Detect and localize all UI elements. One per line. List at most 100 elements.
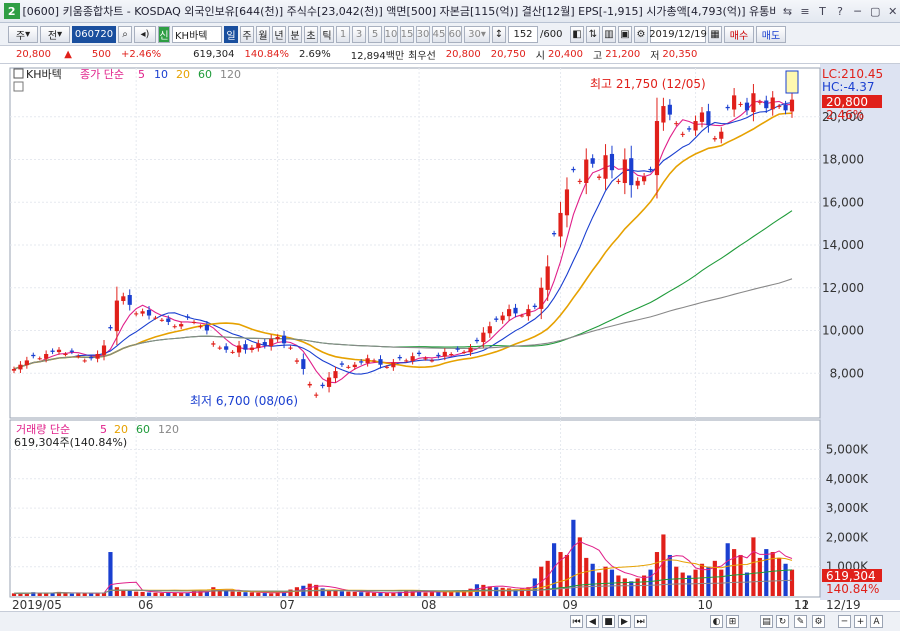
interval-3[interactable]: 3 bbox=[352, 25, 366, 43]
title-bar: 2 [0600] 키움종합차트 - KOSDAQ 외국인보유[644(천)] 주… bbox=[0, 0, 900, 23]
candle-body bbox=[191, 321, 197, 323]
speaker-icon[interactable]: ◂) bbox=[134, 25, 156, 43]
calendar-icon[interactable]: ▦ bbox=[708, 25, 722, 43]
candle-body bbox=[153, 317, 158, 319]
candle-count-total: /600 bbox=[540, 28, 563, 40]
split-icon[interactable]: ⊞ bbox=[726, 615, 739, 628]
tab-minute[interactable]: 분 bbox=[288, 25, 302, 43]
close-button[interactable]: ✕ bbox=[885, 4, 900, 19]
best-bid-price: 20,750 bbox=[490, 49, 526, 60]
market-type-select[interactable]: 주 ▾ bbox=[8, 25, 38, 43]
trade-amount: 12,894백만 bbox=[350, 51, 405, 62]
volume-bar bbox=[725, 543, 730, 596]
text-icon[interactable]: T bbox=[815, 4, 830, 19]
interval-10[interactable]: 10 bbox=[384, 25, 398, 43]
volume-summary: 619,304주(140.84%) bbox=[14, 436, 127, 449]
layout-icon[interactable]: ▤ bbox=[760, 615, 773, 628]
font-size-button[interactable]: A bbox=[870, 615, 883, 628]
tab-monthly[interactable]: 월 bbox=[256, 25, 270, 43]
scroll-first-icon[interactable]: ⏮ bbox=[570, 615, 583, 628]
zoom-in-button[interactable]: + bbox=[854, 615, 867, 628]
interval-1[interactable]: 1 bbox=[336, 25, 350, 43]
stop-icon[interactable]: ■ bbox=[602, 615, 615, 628]
candle-body bbox=[712, 138, 717, 140]
volume-bar bbox=[63, 593, 68, 596]
custom-interval-select[interactable]: 30 ▾ bbox=[464, 25, 490, 43]
search-icon[interactable]: ⌕ bbox=[118, 25, 132, 43]
volume-tick-label: 3,000K bbox=[826, 501, 869, 515]
scroll-next-icon[interactable]: ▶ bbox=[618, 615, 631, 628]
open-price: 20,400 bbox=[547, 49, 583, 60]
low-annotation: 최저 6,700 (08/06) bbox=[190, 394, 298, 408]
candle-count-input[interactable]: 152 bbox=[508, 25, 538, 43]
tab-yearly[interactable]: 년 bbox=[272, 25, 286, 43]
interval-15[interactable]: 15 bbox=[400, 25, 414, 43]
interval-5[interactable]: 5 bbox=[368, 25, 382, 43]
candle-body bbox=[461, 351, 467, 353]
menu-icon[interactable]: ≡ bbox=[798, 4, 813, 19]
minimize-button[interactable]: ─ bbox=[850, 4, 865, 19]
candle-body bbox=[642, 176, 647, 182]
candle-body bbox=[500, 315, 505, 321]
window-number-badge: 2 bbox=[4, 3, 20, 19]
tab-daily[interactable]: 일 bbox=[224, 25, 238, 43]
scroll-prev-icon[interactable]: ◀ bbox=[586, 615, 599, 628]
candle-body bbox=[706, 111, 711, 126]
volume-bar bbox=[44, 593, 49, 596]
volume-tick-label: 5,000K bbox=[826, 442, 869, 456]
candle-body bbox=[635, 180, 640, 186]
interval-30[interactable]: 30 bbox=[416, 25, 430, 43]
toggle-icon[interactable]: ◐ bbox=[710, 615, 723, 628]
current-marker-box bbox=[785, 70, 799, 94]
sell-button[interactable]: 매도 bbox=[756, 25, 786, 43]
trade-volume: 619,304 bbox=[193, 49, 235, 60]
board-select[interactable]: 전 ▾ bbox=[40, 25, 70, 43]
tab-tick[interactable]: 틱 bbox=[320, 25, 334, 43]
refresh-icon[interactable]: ↻ bbox=[776, 615, 789, 628]
volume-bar bbox=[777, 557, 782, 596]
indicator-icon[interactable]: ▥ bbox=[602, 25, 616, 43]
compare-icon[interactable]: ⇅ bbox=[586, 25, 600, 43]
volume-bar bbox=[243, 592, 248, 596]
candle-body bbox=[127, 295, 132, 305]
chart-type-icon[interactable]: ◧ bbox=[570, 25, 584, 43]
candle-body bbox=[359, 361, 364, 363]
volume-bar bbox=[346, 591, 351, 596]
help-icon[interactable]: ? bbox=[833, 4, 848, 19]
maximize-button[interactable]: ▢ bbox=[868, 4, 883, 19]
volume-bar bbox=[230, 591, 235, 596]
candle-body bbox=[217, 347, 222, 349]
candle-body bbox=[661, 106, 666, 123]
scroll-last-icon[interactable]: ⏭ bbox=[634, 615, 647, 628]
stock-chart[interactable]: 20,00018,00016,00014,00012,00010,0008,00… bbox=[0, 64, 900, 611]
candle-body bbox=[783, 104, 788, 111]
candle-body bbox=[680, 133, 685, 135]
candle-body bbox=[410, 356, 415, 361]
tab-second[interactable]: 초 bbox=[304, 25, 318, 43]
volume-bar bbox=[757, 557, 762, 596]
volume-tick-label: 2,000K bbox=[826, 530, 869, 544]
stock-code-input[interactable]: 060720 bbox=[72, 25, 116, 43]
date-input[interactable]: 2019/12/19 bbox=[649, 25, 707, 43]
candle-body bbox=[134, 313, 139, 315]
candle-body bbox=[69, 350, 74, 352]
tab-weekly[interactable]: 주 bbox=[240, 25, 254, 43]
expand-icon[interactable]: ↕ bbox=[492, 25, 506, 43]
volume-bar bbox=[359, 592, 364, 596]
zoom-out-button[interactable]: ─ bbox=[838, 615, 851, 628]
buy-button[interactable]: 매수 bbox=[724, 25, 754, 43]
interval-60[interactable]: 60 bbox=[448, 25, 462, 43]
candle-body bbox=[224, 346, 229, 350]
settings-icon[interactable]: ⚙ bbox=[812, 615, 825, 628]
settings-gear-icon[interactable]: ⚙ bbox=[634, 25, 648, 43]
vol-tag: 619,304 bbox=[826, 569, 876, 583]
grid-toggle-icon[interactable] bbox=[13, 81, 24, 92]
hc-label: HC:-4.37 bbox=[822, 80, 875, 94]
link-icon[interactable]: ⇆ bbox=[780, 4, 795, 19]
interval-45[interactable]: 45 bbox=[432, 25, 446, 43]
candle-body bbox=[699, 112, 705, 122]
legend-box-icon[interactable] bbox=[13, 68, 24, 79]
attach-icon[interactable]: ✎ bbox=[794, 615, 807, 628]
save-icon[interactable]: ▣ bbox=[618, 25, 632, 43]
volume-bar bbox=[262, 593, 267, 596]
